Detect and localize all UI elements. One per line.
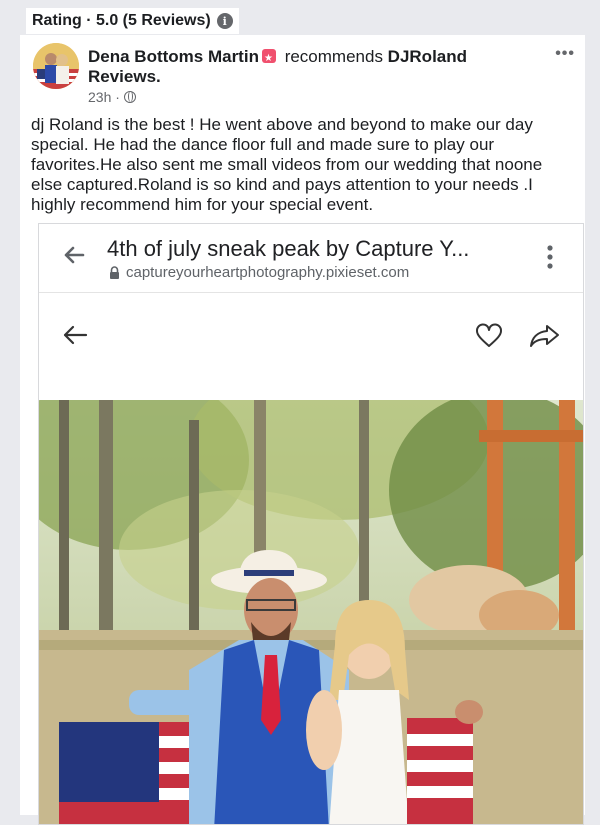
globe-icon	[123, 91, 136, 103]
share-icon[interactable]	[529, 323, 561, 349]
lock-icon	[110, 266, 119, 279]
browser-bar: 4th of july sneak peak by Capture Y... c…	[39, 224, 583, 293]
back-arrow-icon[interactable]	[61, 323, 89, 347]
post-header: Dena Bottoms Martin recommends DJRoland …	[88, 47, 528, 87]
rating-header: Rating · 5.0 (5 Reviews) i	[26, 8, 239, 34]
post-meta: 23h ·	[88, 89, 136, 105]
review-post: ••• Dena Bottoms Martin recommends DJRol…	[20, 35, 585, 825]
wedding-photo[interactable]	[39, 400, 583, 824]
page-title: 4th of july sneak peak by Capture Y...	[107, 236, 470, 261]
recommends-text: recommends	[279, 47, 388, 66]
info-icon[interactable]: i	[216, 13, 233, 29]
recommendation-badge-icon	[261, 49, 276, 69]
attached-screenshot[interactable]: 4th of july sneak peak by Capture Y... c…	[38, 223, 584, 825]
page-url: captureyourheartphotography.pixieset.com	[126, 264, 410, 281]
url-row[interactable]: captureyourheartphotography.pixieset.com	[109, 264, 409, 281]
more-options-icon[interactable]: •••	[555, 45, 575, 63]
post-body: dj Roland is the best ! He went above an…	[31, 115, 543, 214]
avatar[interactable]	[33, 43, 79, 89]
heart-icon[interactable]	[475, 323, 503, 349]
timestamp[interactable]: 23h ·	[88, 89, 120, 105]
kebab-menu-icon[interactable]	[547, 244, 553, 270]
back-arrow-icon[interactable]	[61, 242, 87, 268]
rating-label: Rating · 5.0 (5 Reviews)	[32, 12, 211, 29]
author-name[interactable]: Dena Bottoms Martin	[88, 47, 259, 66]
gallery-toolbar	[39, 293, 583, 401]
